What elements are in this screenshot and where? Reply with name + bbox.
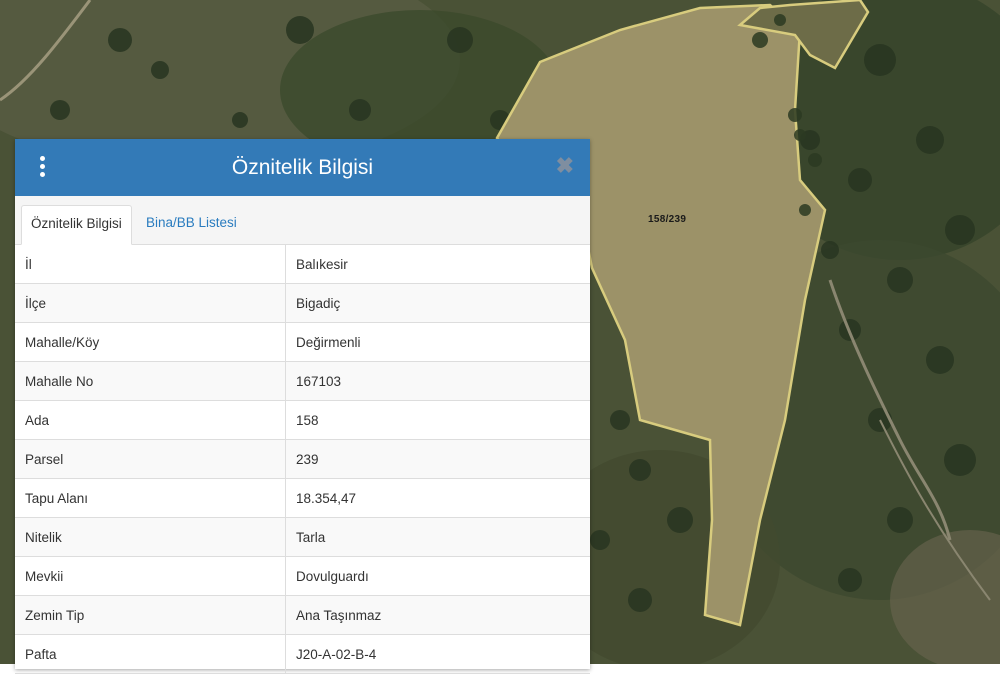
attribute-key: Parsel xyxy=(15,439,286,479)
panel-header: Öznitelik Bilgisi ✖ xyxy=(15,139,590,196)
attribute-value: 167103 xyxy=(285,361,590,401)
attribute-key: Tapu Alanı xyxy=(15,478,286,518)
table-row: Tapu Alanı 18.354,47 xyxy=(15,478,590,518)
panel-tabs: Öznitelik Bilgisi Bina/BB Listesi xyxy=(15,196,590,245)
attribute-key: Pafta xyxy=(15,634,286,674)
table-row: Pafta J20-A-02-B-4 xyxy=(15,634,590,674)
attribute-key: Mevkii xyxy=(15,556,286,596)
panel-title: Öznitelik Bilgisi xyxy=(231,155,374,179)
attribute-key: İlçe xyxy=(15,283,286,323)
attribute-value: 158 xyxy=(285,400,590,440)
table-row: Mevkii Dovulguardı xyxy=(15,556,590,596)
tab-building-list[interactable]: Bina/BB Listesi xyxy=(137,205,246,244)
attribute-value: Değirmenli xyxy=(285,322,590,362)
attribute-info-panel: Öznitelik Bilgisi ✖ Öznitelik Bilgisi Bi… xyxy=(15,139,590,674)
attribute-key: Ada xyxy=(15,400,286,440)
attribute-value: 239 xyxy=(285,439,590,479)
attribute-value: Balıkesir xyxy=(285,245,590,284)
table-row: Parsel 239 xyxy=(15,439,590,479)
attribute-value: Tarla xyxy=(285,517,590,557)
attribute-value: Dovulguardı xyxy=(285,556,590,596)
table-row: Mahalle/Köy Değirmenli xyxy=(15,322,590,362)
table-row: İl Balıkesir xyxy=(15,245,590,284)
attribute-key: Nitelik xyxy=(15,517,286,557)
attribute-key: Mahalle/Köy xyxy=(15,322,286,362)
attribute-key: İl xyxy=(15,245,286,284)
parcel-number-label: 158/239 xyxy=(648,214,687,225)
attribute-value: Ana Taşınmaz xyxy=(285,595,590,635)
close-icon[interactable]: ✖ xyxy=(556,153,574,179)
tab-attribute-info[interactable]: Öznitelik Bilgisi xyxy=(21,205,132,245)
attribute-table: İl Balıkesir İlçe Bigadiç Mahalle/Köy Değir… xyxy=(15,245,590,674)
attribute-value: 18.354,47 xyxy=(285,478,590,518)
attribute-value: Bigadiç xyxy=(285,283,590,323)
table-row: Nitelik Tarla xyxy=(15,517,590,557)
attribute-value: J20-A-02-B-4 xyxy=(285,634,590,674)
attribute-key: Mahalle No xyxy=(15,361,286,401)
table-row: Zemin Tip Ana Taşınmaz xyxy=(15,595,590,635)
vertical-ellipsis-icon[interactable] xyxy=(33,155,51,179)
attribute-key: Zemin Tip xyxy=(15,595,286,635)
table-row: Ada 158 xyxy=(15,400,590,440)
table-row: İlçe Bigadiç xyxy=(15,283,590,323)
table-row: Mahalle No 167103 xyxy=(15,361,590,401)
